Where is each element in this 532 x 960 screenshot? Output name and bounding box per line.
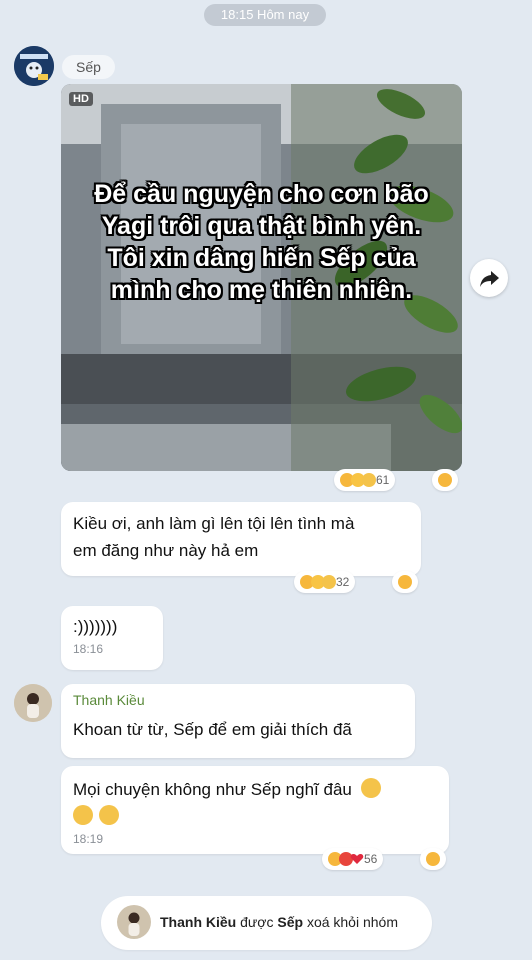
message-text: Mọi chuyện không như Sếp nghĩ đâu xyxy=(73,780,352,799)
laugh-emoji xyxy=(438,473,452,487)
caption-line: mình cho mẹ thiên nhiên. xyxy=(110,276,413,304)
video-message[interactable]: HD Để cầu nguyện cho cơn bão Yagi trôi q… xyxy=(61,84,462,471)
message-bubble[interactable]: Kiều ơi, anh làm gì lên tội lên tình mà … xyxy=(61,502,421,576)
message-text-line: Kiều ơi, anh làm gì lên tội lên tình mà xyxy=(73,514,355,533)
boss-avatar[interactable] xyxy=(14,46,54,86)
sender-name: Thanh Kiều xyxy=(73,692,145,708)
add-reaction-button[interactable] xyxy=(420,848,446,870)
message-bubble[interactable]: Thanh Kiều Khoan từ từ, Sếp để em giải t… xyxy=(61,684,415,758)
add-reaction-button[interactable] xyxy=(392,571,418,593)
video-caption: Để cầu nguyện cho cơn bão Yagi trôi qua … xyxy=(61,178,462,306)
message-time: 18:16 xyxy=(73,642,104,656)
kieu-avatar-image xyxy=(117,905,151,939)
kieu-avatar-small xyxy=(117,905,151,939)
reaction-summary[interactable]: 56 xyxy=(322,848,384,870)
caption-line: Tôi xin dâng hiến Sếp của xyxy=(107,244,416,272)
message-bubble[interactable]: :))))))) 18:16 xyxy=(61,606,163,670)
notice-target: Sếp xyxy=(277,914,304,930)
add-reaction-button[interactable] xyxy=(432,469,458,491)
notice-actor: Thanh Kiều xyxy=(160,914,237,930)
reaction-count: 56 xyxy=(364,852,378,866)
laugh-emoji xyxy=(398,575,412,589)
reaction-summary[interactable]: 32 xyxy=(294,571,356,593)
message-text: :))))))) xyxy=(73,617,118,636)
laugh-emoji xyxy=(426,852,440,866)
reaction-count: 32 xyxy=(336,575,350,589)
time-divider: 18:15 Hôm nay xyxy=(204,4,326,26)
cry-emoji xyxy=(322,575,336,589)
emoji-row xyxy=(73,805,437,830)
message-text-row: Mọi chuyện không như Sếp nghĩ đâu xyxy=(73,776,437,803)
kieu-avatar[interactable] xyxy=(14,684,52,722)
share-arrow-icon xyxy=(480,271,499,287)
cry-emoji xyxy=(99,805,120,825)
message-text: Khoan từ từ, Sếp để em giải thích đã xyxy=(73,720,352,739)
cry-emoji xyxy=(73,805,93,825)
notice-action: xoá khỏi nhóm xyxy=(306,914,398,930)
message-time: 18:19 xyxy=(73,832,104,846)
cry-emoji xyxy=(362,473,376,487)
system-notice: Thanh Kiều được Sếp xoá khỏi nhóm xyxy=(101,896,432,950)
reaction-summary[interactable]: 61 xyxy=(334,469,396,491)
hd-badge: HD xyxy=(69,92,93,106)
message-text-line: em đăng như này hả em xyxy=(73,541,259,560)
reaction-count: 61 xyxy=(376,473,390,487)
message-bubble[interactable]: Mọi chuyện không như Sếp nghĩ đâu 18:19 xyxy=(61,766,449,854)
caption-line: Để cầu nguyện cho cơn bão xyxy=(94,180,429,208)
cry-emoji xyxy=(360,778,381,798)
kieu-avatar-image xyxy=(14,684,52,722)
caption-line: Yagi trôi qua thật bình yên. xyxy=(101,212,422,240)
heart-emoji xyxy=(350,854,364,864)
notice-verb: được xyxy=(240,914,274,930)
system-notice-text: Thanh Kiều được Sếp xoá khỏi nhóm xyxy=(160,914,398,930)
share-button[interactable] xyxy=(470,259,508,297)
boss-name-label: Sếp xyxy=(62,55,115,79)
boss-avatar-image xyxy=(14,46,54,86)
